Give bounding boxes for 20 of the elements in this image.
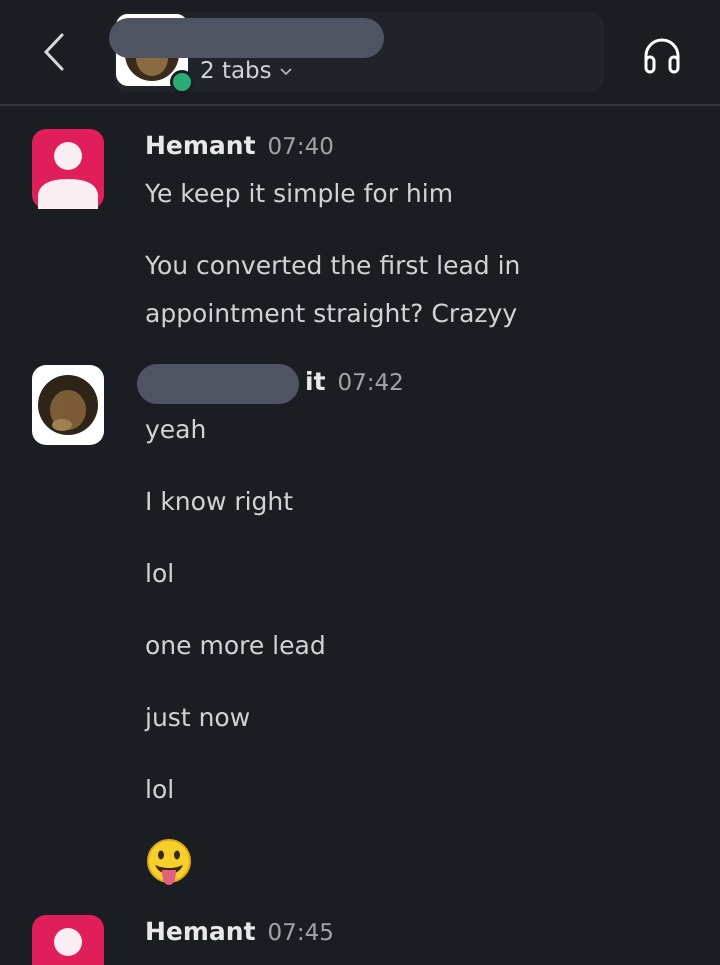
timestamp: 07:42 bbox=[338, 369, 404, 398]
author-name[interactable]: it bbox=[305, 362, 326, 402]
message-text: You converted the first lead in appointment straight? Crazyy bbox=[145, 250, 522, 330]
message-text: lol bbox=[145, 558, 176, 590]
tongue-emoji-icon bbox=[145, 838, 193, 888]
tabs-label[interactable]: 2 tabs bbox=[200, 58, 272, 84]
message-text: Ye keep it simple for him bbox=[145, 178, 454, 210]
message-text: I know right bbox=[145, 486, 294, 518]
message-text: one more lead bbox=[145, 630, 327, 662]
message-text: just now bbox=[145, 702, 252, 734]
timestamp: 07:45 bbox=[268, 919, 334, 948]
message-text: yeah bbox=[145, 414, 208, 446]
default-avatar-icon[interactable] bbox=[32, 129, 104, 209]
back-icon[interactable] bbox=[42, 32, 66, 72]
caret-icon bbox=[280, 68, 292, 76]
message-text: lol bbox=[145, 774, 176, 806]
timestamp: 07:40 bbox=[268, 133, 334, 162]
author-name[interactable]: Hemant bbox=[145, 912, 256, 952]
author-name[interactable]: Hemant bbox=[145, 126, 256, 166]
headphones-icon[interactable] bbox=[642, 36, 682, 74]
